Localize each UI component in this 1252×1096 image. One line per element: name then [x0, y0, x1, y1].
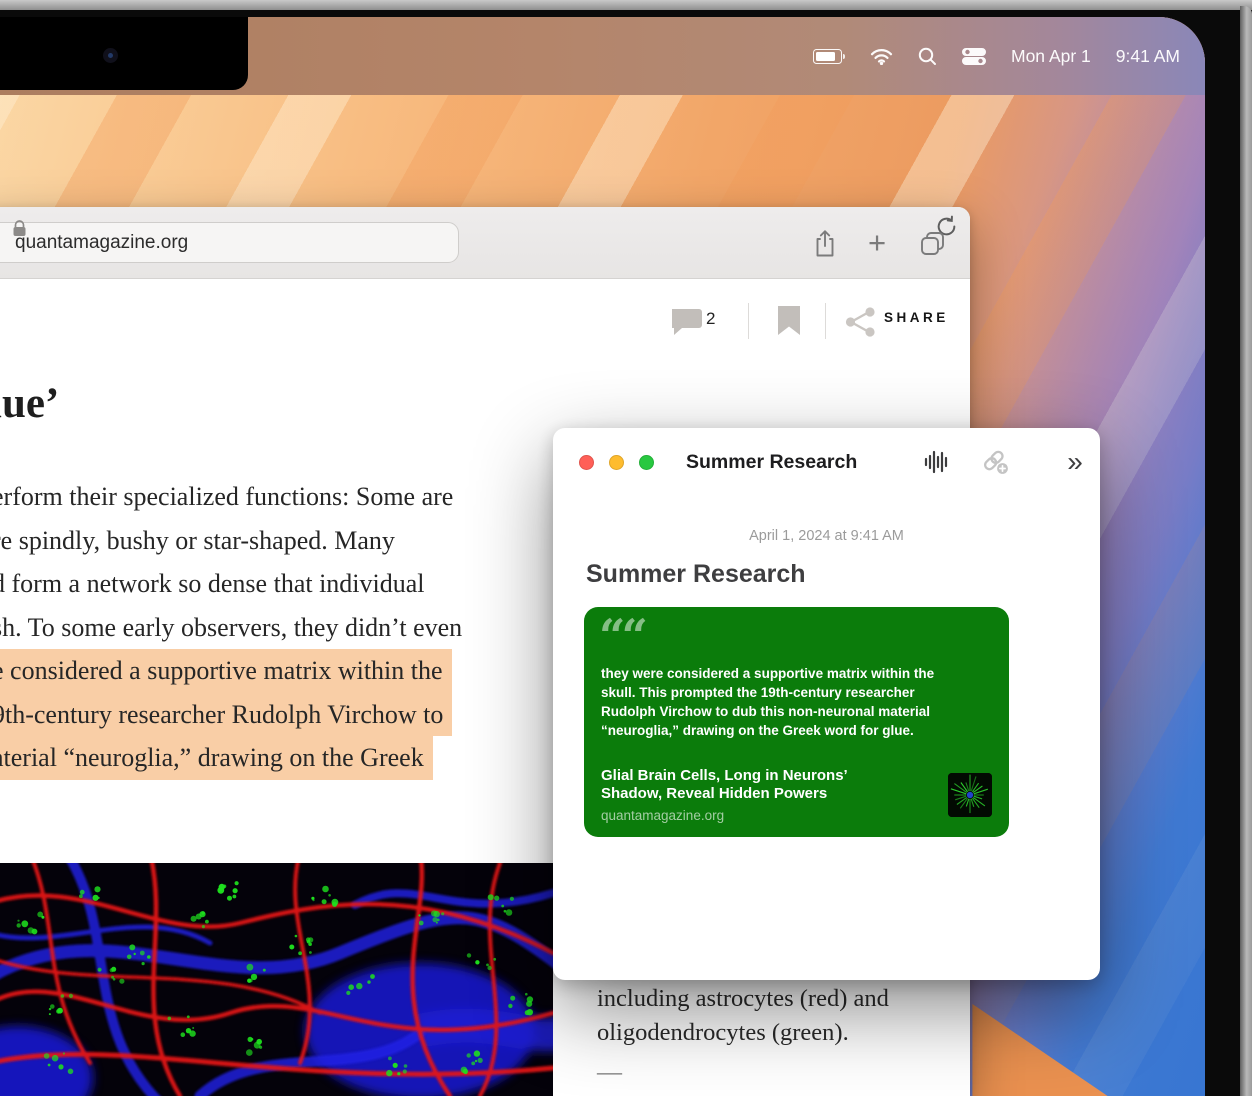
zoom-button[interactable]	[639, 455, 654, 470]
article-paragraph: erform their specialized functions: Some…	[0, 475, 462, 780]
divider	[825, 303, 826, 339]
close-button[interactable]	[579, 455, 594, 470]
article-line: d form a network so dense that individua…	[0, 562, 462, 606]
note-title: Summer Research	[586, 560, 806, 589]
macbook-top-edge	[0, 0, 1252, 10]
article-line: erform their specialized functions: Some…	[0, 475, 462, 519]
camera-notch	[0, 17, 248, 90]
menu-bar-clock[interactable]: 9:41 AM	[1116, 46, 1180, 67]
bookmark-icon[interactable]	[778, 306, 800, 335]
battery-icon[interactable]	[813, 49, 846, 64]
control-center-icon[interactable]	[962, 48, 986, 65]
comment-icon[interactable]	[672, 306, 705, 336]
address-bar[interactable]: quantamagazine.org	[0, 222, 459, 263]
quote-line: skull. This prompted the 19th-century re…	[601, 683, 934, 702]
lock-icon[interactable]	[12, 220, 27, 242]
search-icon[interactable]	[918, 47, 937, 66]
menu-bar-date[interactable]: Mon Apr 1	[1011, 46, 1091, 67]
wifi-icon[interactable]	[870, 47, 893, 65]
note-timestamp: April 1, 2024 at 9:41 AM	[553, 528, 1100, 544]
figure-caption: including astrocytes (red) and oligodend…	[597, 982, 889, 1049]
url-text: quantamagazine.org	[15, 232, 188, 254]
link-domain: quantamagazine.org	[601, 808, 724, 823]
chevron-double-right-icon[interactable]: »	[1059, 448, 1091, 476]
add-link-icon[interactable]	[979, 448, 1011, 476]
wallpaper-orange-beam	[962, 978, 1205, 1096]
microscopy-image	[0, 863, 553, 1096]
share-icon[interactable]	[807, 226, 843, 260]
quote-line: “neuroglia,” drawing on the Greek word f…	[601, 721, 934, 740]
waveform-icon[interactable]	[921, 448, 953, 476]
article-engagement-bar: 2 SHARE	[0, 300, 970, 348]
article-line: re spindly, bushy or star-shaped. Many	[0, 519, 462, 563]
screen: Mon Apr 1 9:41 AM quantamagazine.org	[0, 17, 1205, 1096]
window-controls	[579, 455, 654, 470]
safari-toolbar: quantamagazine.org	[0, 207, 970, 279]
quote-link-card[interactable]: ““ they were considered a supportive mat…	[584, 607, 1009, 837]
highlighted-line: aterial “neuroglia,” drawing on the Gree…	[0, 736, 433, 780]
highlighted-line: 9th-century researcher Rudolph Virchow t…	[0, 693, 452, 737]
highlighted-text: e considered a supportive matrix within …	[0, 649, 462, 780]
new-tab-icon[interactable]: +	[859, 226, 895, 260]
caption-line: oligodendrocytes (green).	[597, 1016, 889, 1050]
quote-text: they were considered a supportive matrix…	[601, 664, 934, 740]
tab-overview-icon[interactable]	[914, 226, 950, 260]
share-button[interactable]: SHARE	[884, 310, 949, 325]
article-headline-fragment: lue’	[0, 379, 59, 428]
camera-icon	[103, 48, 118, 63]
article-line: sh. To some early observers, they didn’t…	[0, 606, 462, 650]
quote-line: they were considered a supportive matrix…	[601, 664, 934, 683]
comment-count[interactable]: 2	[706, 309, 715, 329]
minimize-button[interactable]	[609, 455, 624, 470]
quote-line: Rudolph Virchow to dub this non-neuronal…	[601, 702, 934, 721]
quote-icon: ““	[599, 609, 644, 663]
share-network-icon[interactable]	[845, 306, 876, 337]
divider	[748, 303, 749, 339]
macbook-right-edge	[1240, 6, 1252, 1096]
link-title: Glial Brain Cells, Long in Neurons’ Shad…	[601, 767, 848, 803]
caption-dash: —	[597, 1059, 622, 1087]
note-window-title: Summer Research	[686, 451, 857, 474]
link-thumbnail	[948, 773, 992, 817]
quick-note-window: Summer Research	[553, 428, 1100, 980]
caption-line: including astrocytes (red) and	[597, 982, 889, 1016]
highlighted-line: e considered a supportive matrix within …	[0, 649, 452, 693]
